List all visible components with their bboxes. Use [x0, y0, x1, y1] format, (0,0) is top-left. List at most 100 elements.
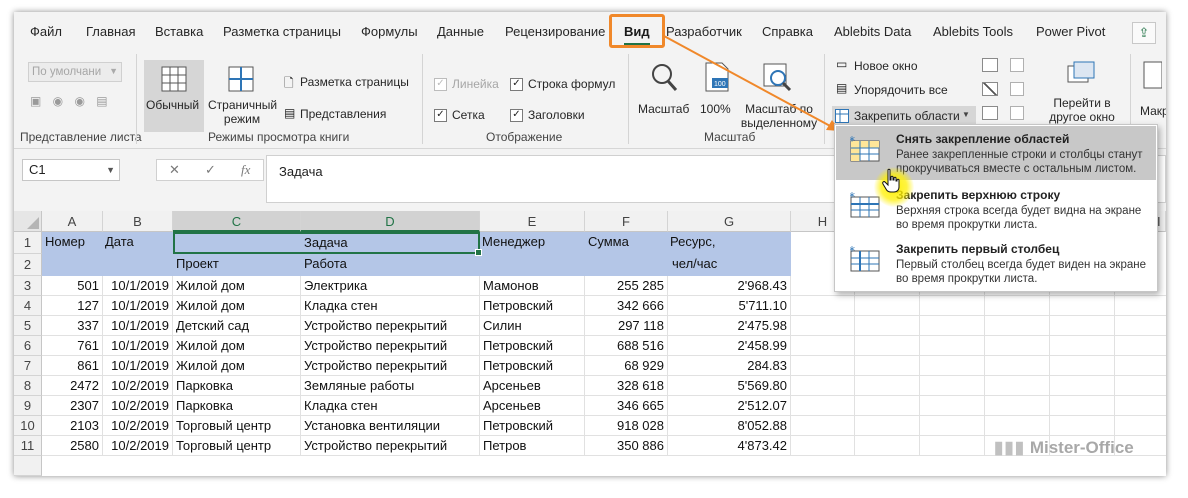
table-cell[interactable]: 688 516 — [585, 336, 668, 356]
empty-cell[interactable] — [1050, 316, 1115, 336]
table-cell[interactable]: 10/2/2019 — [103, 396, 173, 416]
empty-cell[interactable] — [791, 376, 855, 396]
empty-cell[interactable] — [1115, 316, 1166, 336]
empty-cell[interactable] — [855, 376, 920, 396]
fx-icon[interactable]: fx — [241, 162, 250, 178]
row-header-5[interactable]: 5 — [14, 316, 42, 336]
empty-cell[interactable] — [855, 336, 920, 356]
row-header-7[interactable]: 7 — [14, 356, 42, 376]
table-cell[interactable]: Жилой дом — [173, 296, 301, 316]
page-break-view-button[interactable]: Страничный режим — [206, 60, 277, 132]
table-cell[interactable]: 2472 — [42, 376, 103, 396]
empty-cell[interactable] — [1115, 376, 1166, 396]
table-cell[interactable]: Электрика — [301, 276, 480, 296]
table-cell[interactable]: 255 285 — [585, 276, 668, 296]
empty-cell[interactable] — [855, 316, 920, 336]
empty-cell[interactable] — [985, 416, 1050, 436]
empty-cell[interactable] — [855, 396, 920, 416]
table-cell[interactable]: 10/2/2019 — [103, 416, 173, 436]
table-cell[interactable]: 284.83 — [668, 356, 791, 376]
empty-cell[interactable] — [985, 296, 1050, 316]
table-cell[interactable]: 328 618 — [585, 376, 668, 396]
empty-cell[interactable] — [1050, 396, 1115, 416]
empty-cell[interactable] — [855, 296, 920, 316]
table-cell[interactable]: 10/1/2019 — [103, 296, 173, 316]
cancel-icon[interactable]: ✕ — [169, 162, 180, 178]
table-cell[interactable]: Петров — [480, 436, 585, 456]
table-cell[interactable]: Кладка стен — [301, 296, 480, 316]
row-header-1[interactable]: 1 — [14, 232, 42, 254]
switch-windows-button[interactable]: Перейти в другое окно — [1038, 58, 1124, 128]
tab-page-layout[interactable]: Разметка страницы — [223, 24, 341, 39]
table-cell[interactable]: 761 — [42, 336, 103, 356]
table-cell[interactable]: 2307 — [42, 396, 103, 416]
empty-cell[interactable] — [791, 316, 855, 336]
col-header-a[interactable]: A — [42, 211, 103, 232]
table-cell[interactable]: Парковка — [173, 376, 301, 396]
table-cell[interactable]: 861 — [42, 356, 103, 376]
table-cell[interactable]: Жилой дом — [173, 356, 301, 376]
table-cell[interactable]: Петровский — [480, 336, 585, 356]
table-cell[interactable]: 5'569.80 — [668, 376, 791, 396]
tab-power-pivot[interactable]: Power Pivot — [1036, 24, 1105, 39]
empty-cell[interactable] — [985, 376, 1050, 396]
table-cell[interactable]: 5'711.10 — [668, 296, 791, 316]
tab-formulas[interactable]: Формулы — [361, 24, 418, 39]
col-header-g[interactable]: G — [668, 211, 791, 232]
table-cell[interactable]: Силин — [480, 316, 585, 336]
tab-ablebits-tools[interactable]: Ablebits Tools — [933, 24, 1013, 39]
col-header-c[interactable]: C — [173, 211, 301, 232]
table-cell[interactable]: Земляные работы — [301, 376, 480, 396]
name-box[interactable]: C1 ▼ — [22, 159, 120, 181]
empty-cell[interactable] — [985, 316, 1050, 336]
empty-cell[interactable] — [855, 436, 920, 456]
custom-views-button[interactable]: ▤ Представления — [284, 106, 414, 124]
table-cell[interactable]: 350 886 — [585, 436, 668, 456]
empty-cell[interactable] — [1050, 336, 1115, 356]
table-cell[interactable]: Мамонов — [480, 276, 585, 296]
table-cell[interactable]: Петровский — [480, 296, 585, 316]
select-all-corner[interactable] — [14, 211, 42, 232]
sheet-view-dropdown[interactable]: По умолчани ▼ — [28, 62, 122, 82]
empty-cell[interactable] — [1115, 356, 1166, 376]
table-cell[interactable]: Детский сад — [173, 316, 301, 336]
table-cell[interactable]: Арсеньев — [480, 396, 585, 416]
tab-home[interactable]: Главная — [86, 24, 135, 39]
table-cell[interactable]: 501 — [42, 276, 103, 296]
row-header-4[interactable]: 4 — [14, 296, 42, 316]
table-cell[interactable]: 2103 — [42, 416, 103, 436]
empty-cell[interactable] — [920, 416, 985, 436]
reset-position-icon[interactable] — [1010, 106, 1024, 120]
table-cell[interactable]: 4'873.42 — [668, 436, 791, 456]
table-cell[interactable]: 10/1/2019 — [103, 336, 173, 356]
table-cell[interactable]: 10/1/2019 — [103, 356, 173, 376]
empty-cell[interactable] — [1050, 296, 1115, 316]
table-cell[interactable]: 2'512.07 — [668, 396, 791, 416]
table-cell[interactable]: 337 — [42, 316, 103, 336]
empty-cell[interactable] — [985, 336, 1050, 356]
arrange-all-button[interactable]: ▤ Упорядочить все — [834, 81, 974, 100]
empty-cell[interactable] — [920, 396, 985, 416]
table-cell[interactable]: Жилой дом — [173, 276, 301, 296]
col-header-f[interactable]: F — [585, 211, 668, 232]
split-icon[interactable] — [982, 58, 998, 72]
gridlines-checkbox[interactable]: ✓ — [434, 109, 447, 122]
tab-data[interactable]: Данные — [437, 24, 484, 39]
tab-developer[interactable]: Разработчик — [666, 24, 742, 39]
empty-cell[interactable] — [791, 296, 855, 316]
empty-cell[interactable] — [791, 436, 855, 456]
empty-cell[interactable] — [920, 316, 985, 336]
table-cell[interactable]: 10/2/2019 — [103, 436, 173, 456]
table-cell[interactable]: 297 118 — [585, 316, 668, 336]
macros-button[interactable]: Макр — [1136, 58, 1166, 128]
empty-cell[interactable] — [920, 336, 985, 356]
zoom-button[interactable]: Масштаб — [636, 58, 692, 124]
table-cell[interactable]: Устройство перекрытий — [301, 356, 480, 376]
normal-view-button[interactable]: Обычный — [144, 60, 204, 132]
table-cell[interactable]: 918 028 — [585, 416, 668, 436]
table-cell[interactable]: Петровский — [480, 416, 585, 436]
table-cell[interactable]: 2580 — [42, 436, 103, 456]
table-cell[interactable]: Торговый центр — [173, 416, 301, 436]
table-cell[interactable]: 10/1/2019 — [103, 316, 173, 336]
empty-cell[interactable] — [791, 416, 855, 436]
